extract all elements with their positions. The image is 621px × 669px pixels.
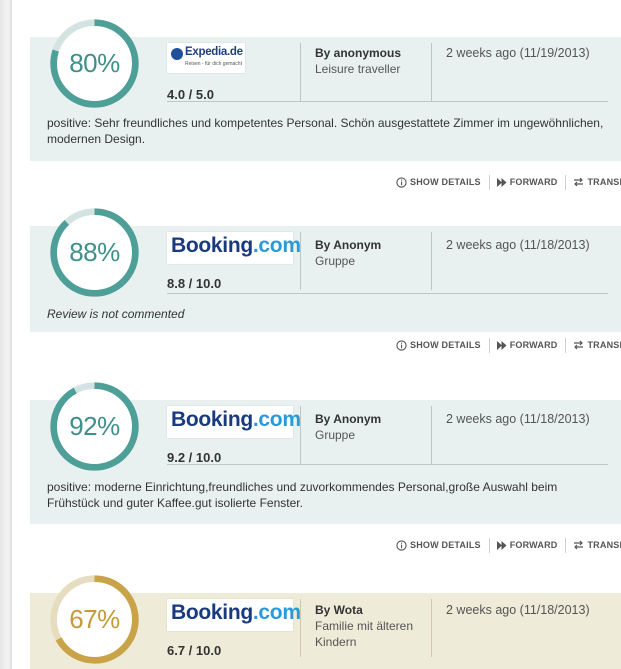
divider [488,537,490,553]
review-comment: Review is not commented [47,307,185,321]
divider [565,537,567,553]
divider [431,406,432,464]
review-date: 2 weeks ago (11/19/2013) [446,46,590,60]
info-icon [396,339,407,351]
translate-button[interactable]: TRANSLA [573,340,621,350]
translate-icon [574,177,584,187]
divider [300,599,301,657]
review-score: 6.7 / 10.0 [167,643,222,658]
rating-percent: 67% [69,604,120,634]
reviewer-type: Leisure traveller [315,62,401,76]
fast-forward-icon [496,540,507,550]
rating-percent: 88% [69,237,120,267]
review-item: 92% Booking.com 9.2 / 10.0 By Anonym Gru… [0,382,621,590]
divider [431,232,432,290]
reviewer-name: By Wota [315,603,363,617]
divider [488,174,490,190]
reviewer-type: Familie mit älteren Kindern [315,619,414,649]
review-score: 8.8 / 10.0 [167,276,222,291]
rating-percent: 80% [69,48,120,78]
review-date: 2 weeks ago (11/18/2013) [446,412,590,426]
show-details-button[interactable]: SHOW DETAILS [396,176,481,188]
info-icon [396,539,407,551]
info-icon [396,176,407,188]
reviewer-name: By Anonym [315,238,382,252]
review-comment: positive: moderne Einrichtung,freundlich… [47,480,558,510]
review-comment: positive: Sehr freundliches und kompeten… [47,116,604,146]
translate-icon [574,340,584,350]
globe-icon [171,48,183,60]
divider [167,101,608,102]
reviewer-type: Gruppe [315,428,356,442]
divider [300,232,301,290]
translate-button[interactable]: TRANSLA [573,540,621,550]
review-item: 80% Expedia.de Reisen - für dich gemacht… [0,19,621,227]
forward-button[interactable]: FORWARD [496,177,558,187]
divider [431,599,432,657]
divider [300,406,301,464]
review-date: 2 weeks ago (11/18/2013) [446,603,590,617]
review-actions: SHOW DETAILS FORWARD TRANSLA [396,174,621,190]
review-actions: SHOW DETAILS FORWARD TRANSLA [396,337,621,353]
forward-button[interactable]: FORWARD [496,340,558,350]
divider [431,43,432,101]
review-score: 4.0 / 5.0 [167,87,214,102]
reviewer-name: By Anonym [315,412,382,426]
forward-button[interactable]: FORWARD [496,540,558,550]
divider [565,174,567,190]
divider [167,293,608,294]
divider [565,337,567,353]
divider [300,43,301,101]
review-score: 9.2 / 10.0 [167,450,222,465]
divider [167,464,608,465]
fast-forward-icon [496,177,507,187]
translate-icon [574,540,584,550]
review-actions: SHOW DETAILS FORWARD TRANSLA [396,537,621,553]
booking-logo[interactable]: Booking.com [167,599,301,631]
review-item: 67% Booking.com 6.7 / 10.0 By Wota Famil… [0,575,621,669]
show-details-button[interactable]: SHOW DETAILS [396,539,481,551]
booking-logo[interactable]: Booking.com [167,232,301,264]
reviewer-name: By anonymous [315,46,402,60]
reviewer-type: Gruppe [315,254,356,268]
divider [488,337,490,353]
translate-button[interactable]: TRANSLA [573,177,621,187]
rating-percent: 92% [69,411,120,441]
booking-logo[interactable]: Booking.com [167,406,301,438]
fast-forward-icon [496,340,507,350]
expedia-logo[interactable]: Expedia.de Reisen - für dich gemacht [167,43,245,73]
review-date: 2 weeks ago (11/18/2013) [446,238,590,252]
show-details-button[interactable]: SHOW DETAILS [396,339,481,351]
